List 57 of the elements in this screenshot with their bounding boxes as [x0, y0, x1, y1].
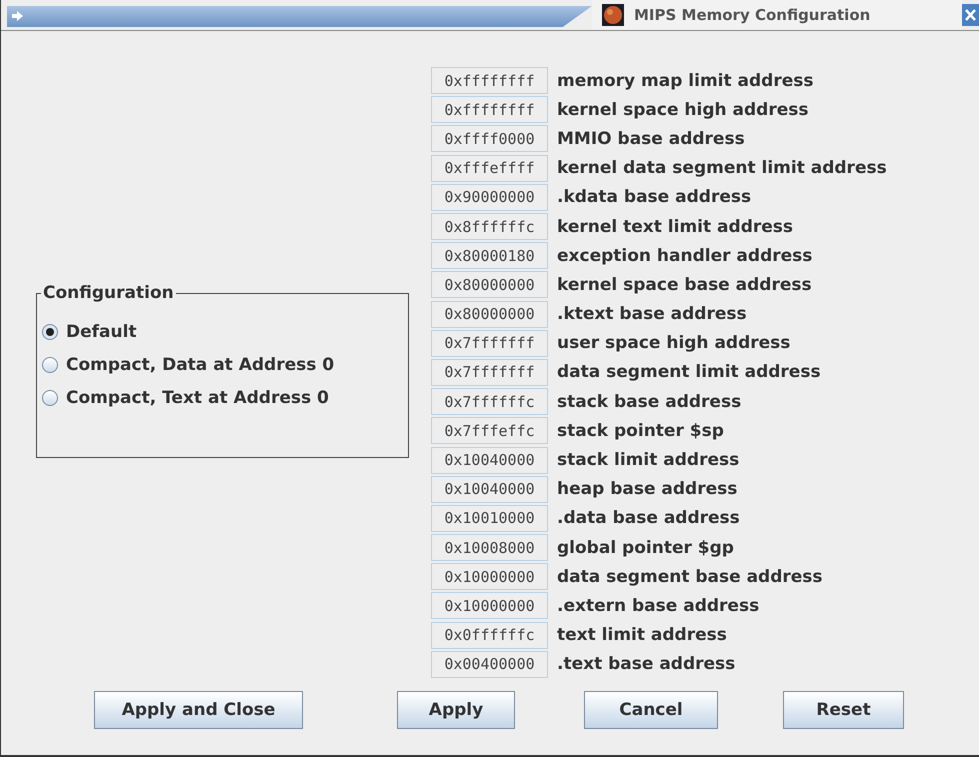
address-label: memory map limit address [557, 70, 814, 91]
window-title: MIPS Memory Configuration [634, 6, 870, 24]
address-field[interactable]: 0xffffffff [431, 67, 548, 94]
address-field[interactable]: 0x7fffffff [431, 330, 548, 357]
option-label[interactable]: Default [66, 322, 137, 342]
address-label: text limit address [557, 625, 727, 646]
group-title: Configuration [41, 282, 176, 302]
planet-icon [602, 4, 624, 26]
address-label: data segment limit address [557, 362, 821, 382]
address-field[interactable]: 0x10008000 [431, 534, 548, 562]
address-label: MMIO base address [557, 128, 745, 149]
address-field[interactable]: 0xffff0000 [431, 125, 548, 152]
address-label: stack base address [557, 392, 742, 412]
address-field[interactable]: 0x90000000 [431, 184, 548, 211]
address-field[interactable]: 0x8ffffffc [431, 213, 548, 240]
address-label: stack pointer $sp [557, 420, 724, 441]
address-label: stack limit address [557, 450, 740, 470]
radio-button[interactable] [42, 324, 58, 340]
address-label: .extern base address [557, 596, 760, 616]
address-label: exception handler address [557, 246, 812, 266]
address-label: .text base address [557, 654, 736, 674]
address-field[interactable]: 0x10040000 [431, 446, 548, 474]
address-label: .ktext base address [557, 304, 747, 324]
close-icon[interactable] [962, 4, 979, 26]
dialog-button[interactable]: Cancel [584, 691, 718, 729]
address-field[interactable]: 0x0ffffffc [431, 622, 548, 649]
dialog-button[interactable]: Apply [397, 691, 515, 729]
address-field[interactable]: 0x10000000 [431, 592, 548, 620]
address-field[interactable]: 0x80000180 [431, 242, 548, 270]
address-field[interactable]: 0xfffeffff [431, 154, 548, 182]
address-field[interactable]: 0x10040000 [431, 476, 548, 503]
address-field[interactable]: 0x00400000 [431, 650, 548, 678]
address-label: data segment base address [557, 566, 823, 587]
option-label[interactable]: Compact, Text at Address 0 [66, 388, 329, 408]
address-label: kernel text limit address [557, 216, 794, 237]
radio-button[interactable] [42, 390, 58, 406]
address-field[interactable]: 0x7fffffff [431, 358, 548, 386]
address-label: global pointer $gp [557, 538, 734, 558]
address-field[interactable]: 0x80000000 [431, 300, 548, 328]
address-field[interactable]: 0x10000000 [431, 563, 548, 590]
dialog-button[interactable]: Apply and Close [94, 691, 303, 729]
address-label: kernel space high address [557, 100, 809, 120]
address-field[interactable]: 0x80000000 [431, 271, 548, 298]
arrow-icon[interactable] [11, 10, 23, 22]
address-field[interactable]: 0xffffffff [431, 96, 548, 124]
address-label: user space high address [557, 333, 790, 354]
address-field[interactable]: 0x10010000 [431, 504, 548, 532]
address-field[interactable]: 0x7fffeffc [431, 417, 548, 444]
radio-button[interactable] [42, 357, 58, 373]
option-label[interactable]: Compact, Data at Address 0 [66, 355, 334, 375]
address-label: heap base address [557, 479, 738, 500]
address-label: .kdata base address [557, 187, 752, 208]
dialog-button[interactable]: Reset [783, 691, 904, 729]
address-field[interactable]: 0x7ffffffc [431, 388, 548, 416]
address-label: kernel space base address [557, 274, 812, 295]
address-label: .data base address [557, 508, 740, 528]
address-label: kernel data segment limit address [557, 158, 887, 178]
